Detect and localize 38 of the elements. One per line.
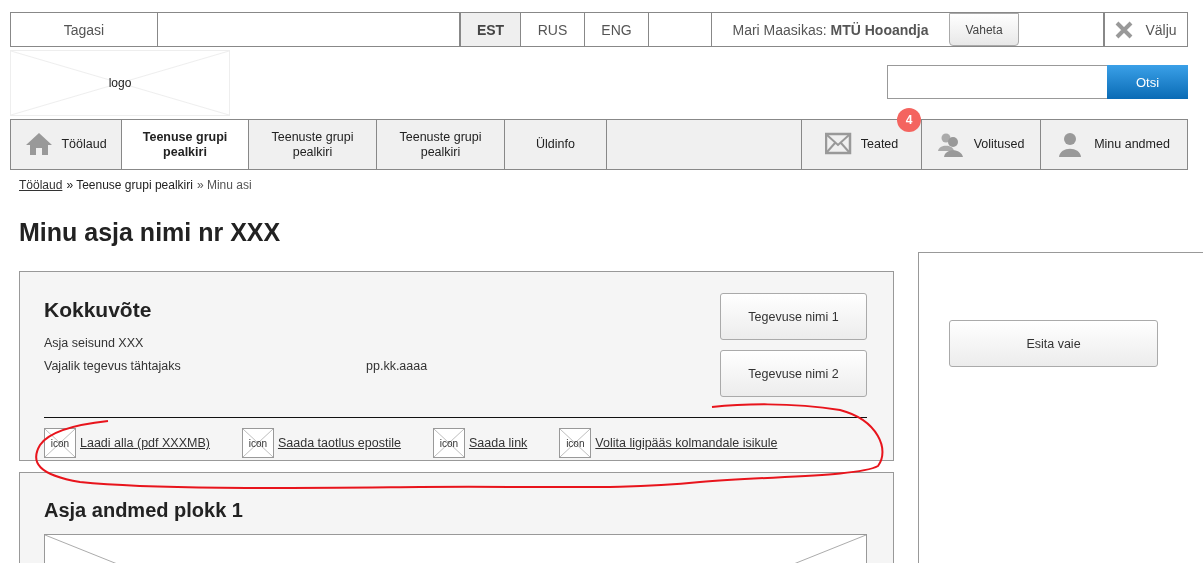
action-link[interactable]: Saada link — [468, 436, 528, 450]
count-badge: 4 — [897, 108, 921, 132]
switch-button[interactable]: Vaheta — [949, 13, 1019, 46]
nav-tab[interactable]: Minu andmed — [1041, 120, 1187, 169]
action-link[interactable]: Volita ligipääs kolmandale isikule — [595, 436, 778, 450]
search-field[interactable] — [887, 65, 1107, 99]
language-tab[interactable]: EST — [460, 13, 521, 46]
user-name: Mari Maasikas: MTÜ Hooandja — [732, 21, 929, 38]
nav-tab[interactable]: Teenuste grupi pealkiri — [377, 120, 505, 169]
field-value: pp.kk.aaaa — [366, 359, 428, 373]
nav-tab[interactable]: Üldinfo — [505, 120, 607, 169]
search-button[interactable]: Otsi — [1107, 65, 1188, 99]
logo-text: logo — [108, 76, 132, 90]
action-link[interactable]: Saada taotlus epostile — [277, 436, 401, 450]
card-title: Asja andmed plokk 1 — [44, 499, 244, 522]
field-label: Asja seisund XXX — [44, 336, 145, 350]
breadcrumb-link[interactable]: Töölaud — [19, 178, 63, 192]
field-label: Vajalik tegevus tähtajaks — [44, 359, 182, 373]
back-link[interactable]: Tagasi — [11, 13, 158, 46]
placeholder-label: icon — [248, 437, 268, 449]
nav-tab[interactable]: Volitused — [922, 120, 1041, 169]
appeal-button[interactable]: Esita vaie — [949, 320, 1158, 367]
card-title: Kokkuvõte — [44, 298, 153, 322]
close-icon — [1115, 20, 1134, 39]
nav-tab[interactable]: Teenuste grupi pealkiri — [249, 120, 377, 169]
people-icon — [937, 131, 966, 158]
placeholder-label: icon — [439, 437, 459, 449]
nav-tab[interactable]: Teenuse grupi pealkiri — [122, 120, 249, 169]
page-title: Minu asja nimi nr XXX — [19, 218, 282, 247]
placeholder-label: icon — [566, 437, 585, 449]
logout-button[interactable]: Välju — [1104, 13, 1187, 46]
home-icon — [25, 131, 54, 158]
breadcrumb-item: » Minu asi — [196, 178, 252, 192]
action-button[interactable]: Tegevuse nimi 1 — [720, 293, 867, 340]
action-button[interactable]: Tegevuse nimi 2 — [720, 350, 867, 397]
breadcrumb-item: » Teenuse grupi pealkiri — [66, 178, 193, 192]
placeholder-label: icon — [50, 437, 70, 449]
action-link[interactable]: Laadi alla (pdf XXXMB) — [80, 436, 210, 450]
